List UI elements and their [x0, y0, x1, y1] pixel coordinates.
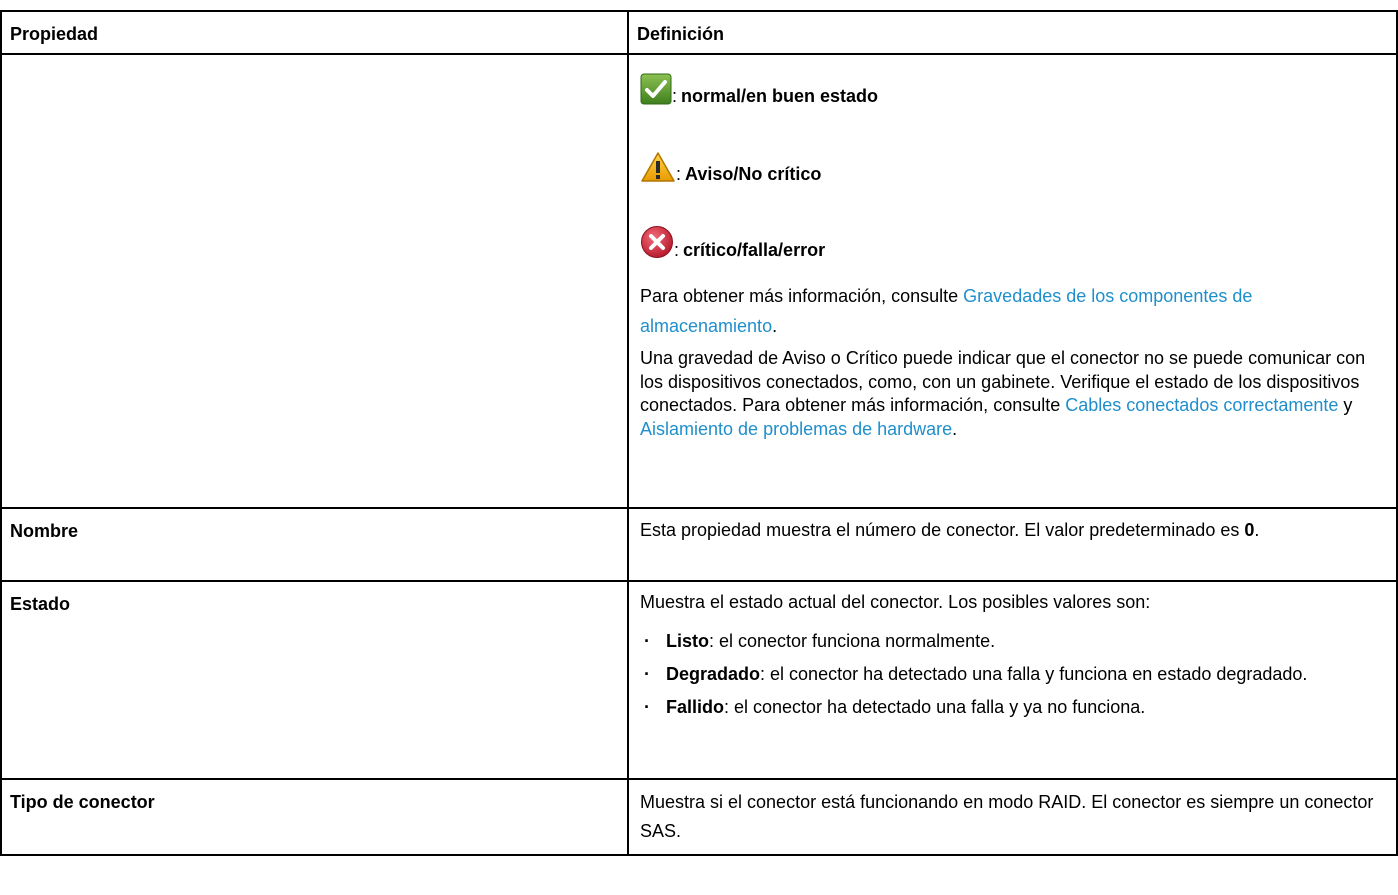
name-definition-text: Esta propiedad muestra el número de cone… [640, 509, 1382, 545]
severity-item-normal: : normal/en buen estado [640, 65, 1382, 107]
link-hardware-isolation[interactable]: Aislamiento de problemas de hardware [640, 419, 952, 439]
option-term: Fallido [666, 697, 724, 717]
option-desc: : el conector ha detectado una falla y y… [724, 697, 1146, 717]
state-option-ready: · Listo: el conector funciona normalment… [640, 630, 1382, 652]
more-info-paragraph: Para obtener más información, consulte G… [640, 281, 1382, 341]
check-icon [640, 73, 672, 105]
option-desc: : el conector ha detectado una falla y f… [760, 664, 1308, 684]
property-table: Propiedad Definición: normal/en buen es… [0, 10, 1398, 856]
severity-property-cell [0, 53, 629, 509]
table-header-row: Propiedad Definición [0, 10, 1398, 55]
link-cables-connected[interactable]: Cables conectados correctamente [1065, 395, 1338, 415]
severity-label-normal: normal/en buen estado [681, 86, 879, 106]
name-definition-suffix: . [1254, 520, 1260, 540]
warning-explanation-paragraph: Una gravedad de Aviso o Crítico puede in… [640, 347, 1382, 441]
option-term: Listo [666, 631, 709, 651]
severity-definition-cell: : normal/en buen estado: Aviso/No críti… [627, 53, 1398, 509]
name-definition-body: Esta propiedad muestra el número de cone… [640, 520, 1245, 540]
name-definition-cell: Esta propiedad muestra el número de cone… [627, 507, 1398, 582]
more-info-text: Para obtener más información, consulte [640, 286, 964, 306]
state-option-failed: · Fallido: el conector ha detectado una … [640, 696, 1382, 718]
header-definition: Definición [627, 10, 1398, 55]
conjunction-text: y [1338, 395, 1353, 415]
severity-label-critical: crítico/falla/error [683, 240, 826, 260]
table-row-name: Nombre Esta propiedad muestra el número … [0, 507, 1398, 582]
state-options-list: · Listo: el conector funciona normalment… [640, 630, 1382, 718]
warning-explanation-suffix: . [952, 418, 958, 439]
state-definition-cell: Muestra el estado actual del conector. L… [627, 580, 1398, 780]
state-option-degraded: · Degradado: el conector ha detectado un… [640, 664, 1382, 684]
name-property-cell: Nombre [0, 507, 629, 582]
name-default-value: 0 [1244, 520, 1255, 540]
table-row-connector-type: Tipo de conector Muestra si el conector … [0, 778, 1398, 856]
list-bullet: · [644, 697, 650, 717]
list-bullet: · [644, 664, 650, 684]
option-desc: : el conector funciona normalmente. [709, 631, 996, 651]
severity-item-critical: : crítico/falla/error [640, 217, 1382, 261]
option-term: Degradado [666, 664, 761, 684]
connector-type-property-cell: Tipo de conector [0, 778, 629, 856]
state-property-cell: Estado [0, 580, 629, 780]
warning-icon [640, 151, 676, 183]
table-row-severity: : normal/en buen estado: Aviso/No críti… [0, 53, 1398, 509]
severity-item-warning: : Aviso/No crítico [640, 143, 1382, 185]
header-property: Propiedad [0, 10, 629, 55]
state-intro: Muestra el estado actual del conector. L… [640, 592, 1151, 612]
error-icon [640, 225, 674, 259]
connector-type-definition: Muestra si el conector está funcionando … [640, 792, 1374, 841]
table-row-state: Estado Muestra el estado actual del cone… [0, 580, 1398, 780]
list-bullet: · [644, 631, 650, 651]
connector-type-definition-cell: Muestra si el conector está funcionando … [627, 778, 1398, 856]
more-info-suffix: . [772, 316, 778, 336]
severity-label-warning: Aviso/No crítico [685, 164, 822, 184]
